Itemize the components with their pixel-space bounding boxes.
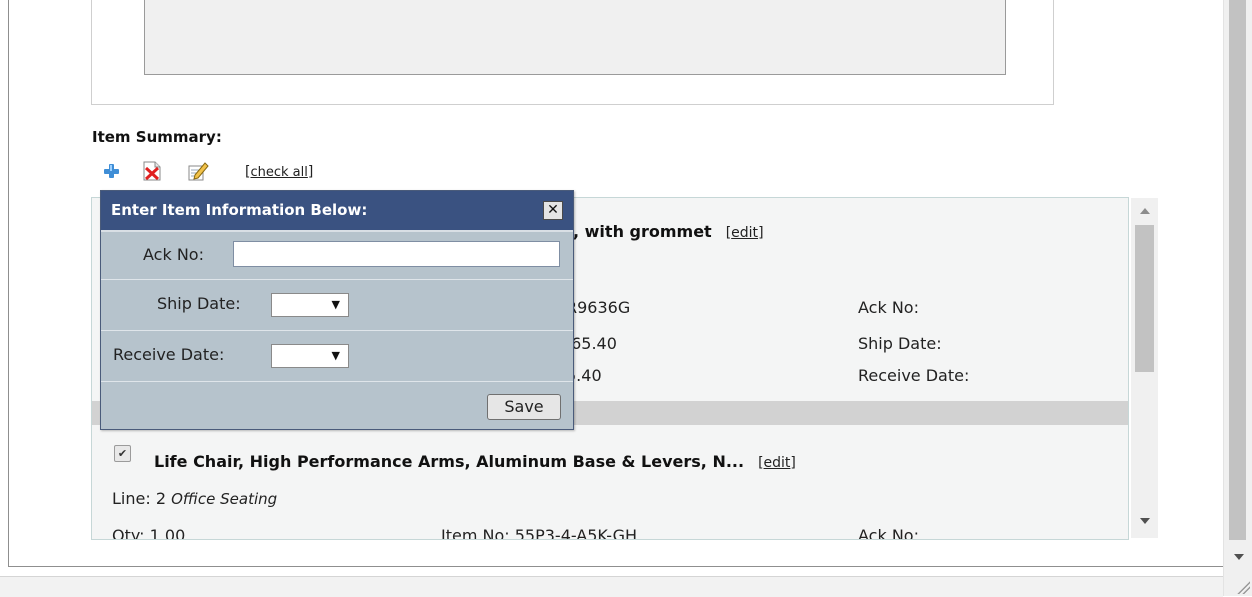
close-icon[interactable]: ✕	[543, 201, 563, 220]
dropdown-arrow-icon: ▼	[331, 349, 340, 362]
dialog-title: Enter Item Information Below:	[111, 201, 368, 219]
scroll-down-icon[interactable]	[1234, 554, 1244, 560]
item-qty: Qty: 1.00	[112, 526, 186, 540]
ack-no-label: Ack No:	[858, 526, 919, 540]
receive-date-select[interactable]: ▼	[271, 344, 349, 368]
ship-date-select[interactable]: ▼	[271, 293, 349, 317]
edit-icon[interactable]	[187, 160, 209, 182]
dropdown-arrow-icon: ▼	[331, 298, 340, 311]
item-title: Life Chair, High Performance Arms, Alumi…	[154, 452, 796, 471]
item-summary-heading: Item Summary:	[92, 128, 222, 146]
notes-panel	[91, 0, 1054, 105]
delete-icon[interactable]	[141, 160, 163, 182]
check-all-link[interactable]: [check all]	[245, 164, 313, 180]
item-number: R9636G	[566, 298, 631, 317]
receive-date-row: Receive Date: ▼	[101, 331, 573, 382]
page-scrollbar[interactable]	[1223, 0, 1252, 596]
receive-date-label: Receive Date:	[113, 345, 225, 364]
resize-grip-icon[interactable]	[1236, 580, 1250, 594]
item-number: Item No: 55P3-4-A5K-GH	[441, 526, 638, 540]
add-icon[interactable]	[101, 160, 123, 182]
item-line: Line: 2 Office Seating	[112, 489, 278, 508]
edit-link[interactable]: edit	[731, 225, 758, 241]
notes-textarea[interactable]	[144, 0, 1006, 75]
ship-date-label: Ship Date:	[858, 334, 942, 353]
scroll-down-icon[interactable]	[1140, 518, 1150, 524]
item-list-scrollbar[interactable]	[1131, 198, 1158, 538]
ack-no-input[interactable]	[233, 241, 560, 267]
page-frame: Item Summary: [check all] , with grommet…	[8, 0, 1223, 567]
ack-no-label: Ack No:	[143, 245, 204, 264]
ack-no-row: Ack No:	[101, 231, 573, 280]
receive-date-label: Receive Date:	[858, 366, 970, 385]
ship-date-label: Ship Date:	[157, 294, 241, 313]
edit-link[interactable]: edit	[764, 455, 791, 471]
scroll-up-icon[interactable]	[1140, 208, 1150, 214]
item-checkbox[interactable]: ✔	[114, 445, 131, 462]
status-bar	[0, 576, 1223, 597]
item-info-dialog: Enter Item Information Below: ✕ Ack No: …	[100, 190, 574, 430]
scroll-thumb[interactable]	[1229, 0, 1246, 540]
save-button[interactable]: Save	[487, 394, 561, 420]
scroll-thumb[interactable]	[1135, 225, 1154, 372]
item-title: , with grommet [edit]	[573, 222, 764, 241]
dialog-header: Enter Item Information Below: ✕	[101, 191, 573, 232]
ship-date-row: Ship Date: ▼	[101, 280, 573, 331]
item-category: Office Seating	[171, 490, 278, 508]
ack-no-label: Ack No:	[858, 298, 919, 317]
